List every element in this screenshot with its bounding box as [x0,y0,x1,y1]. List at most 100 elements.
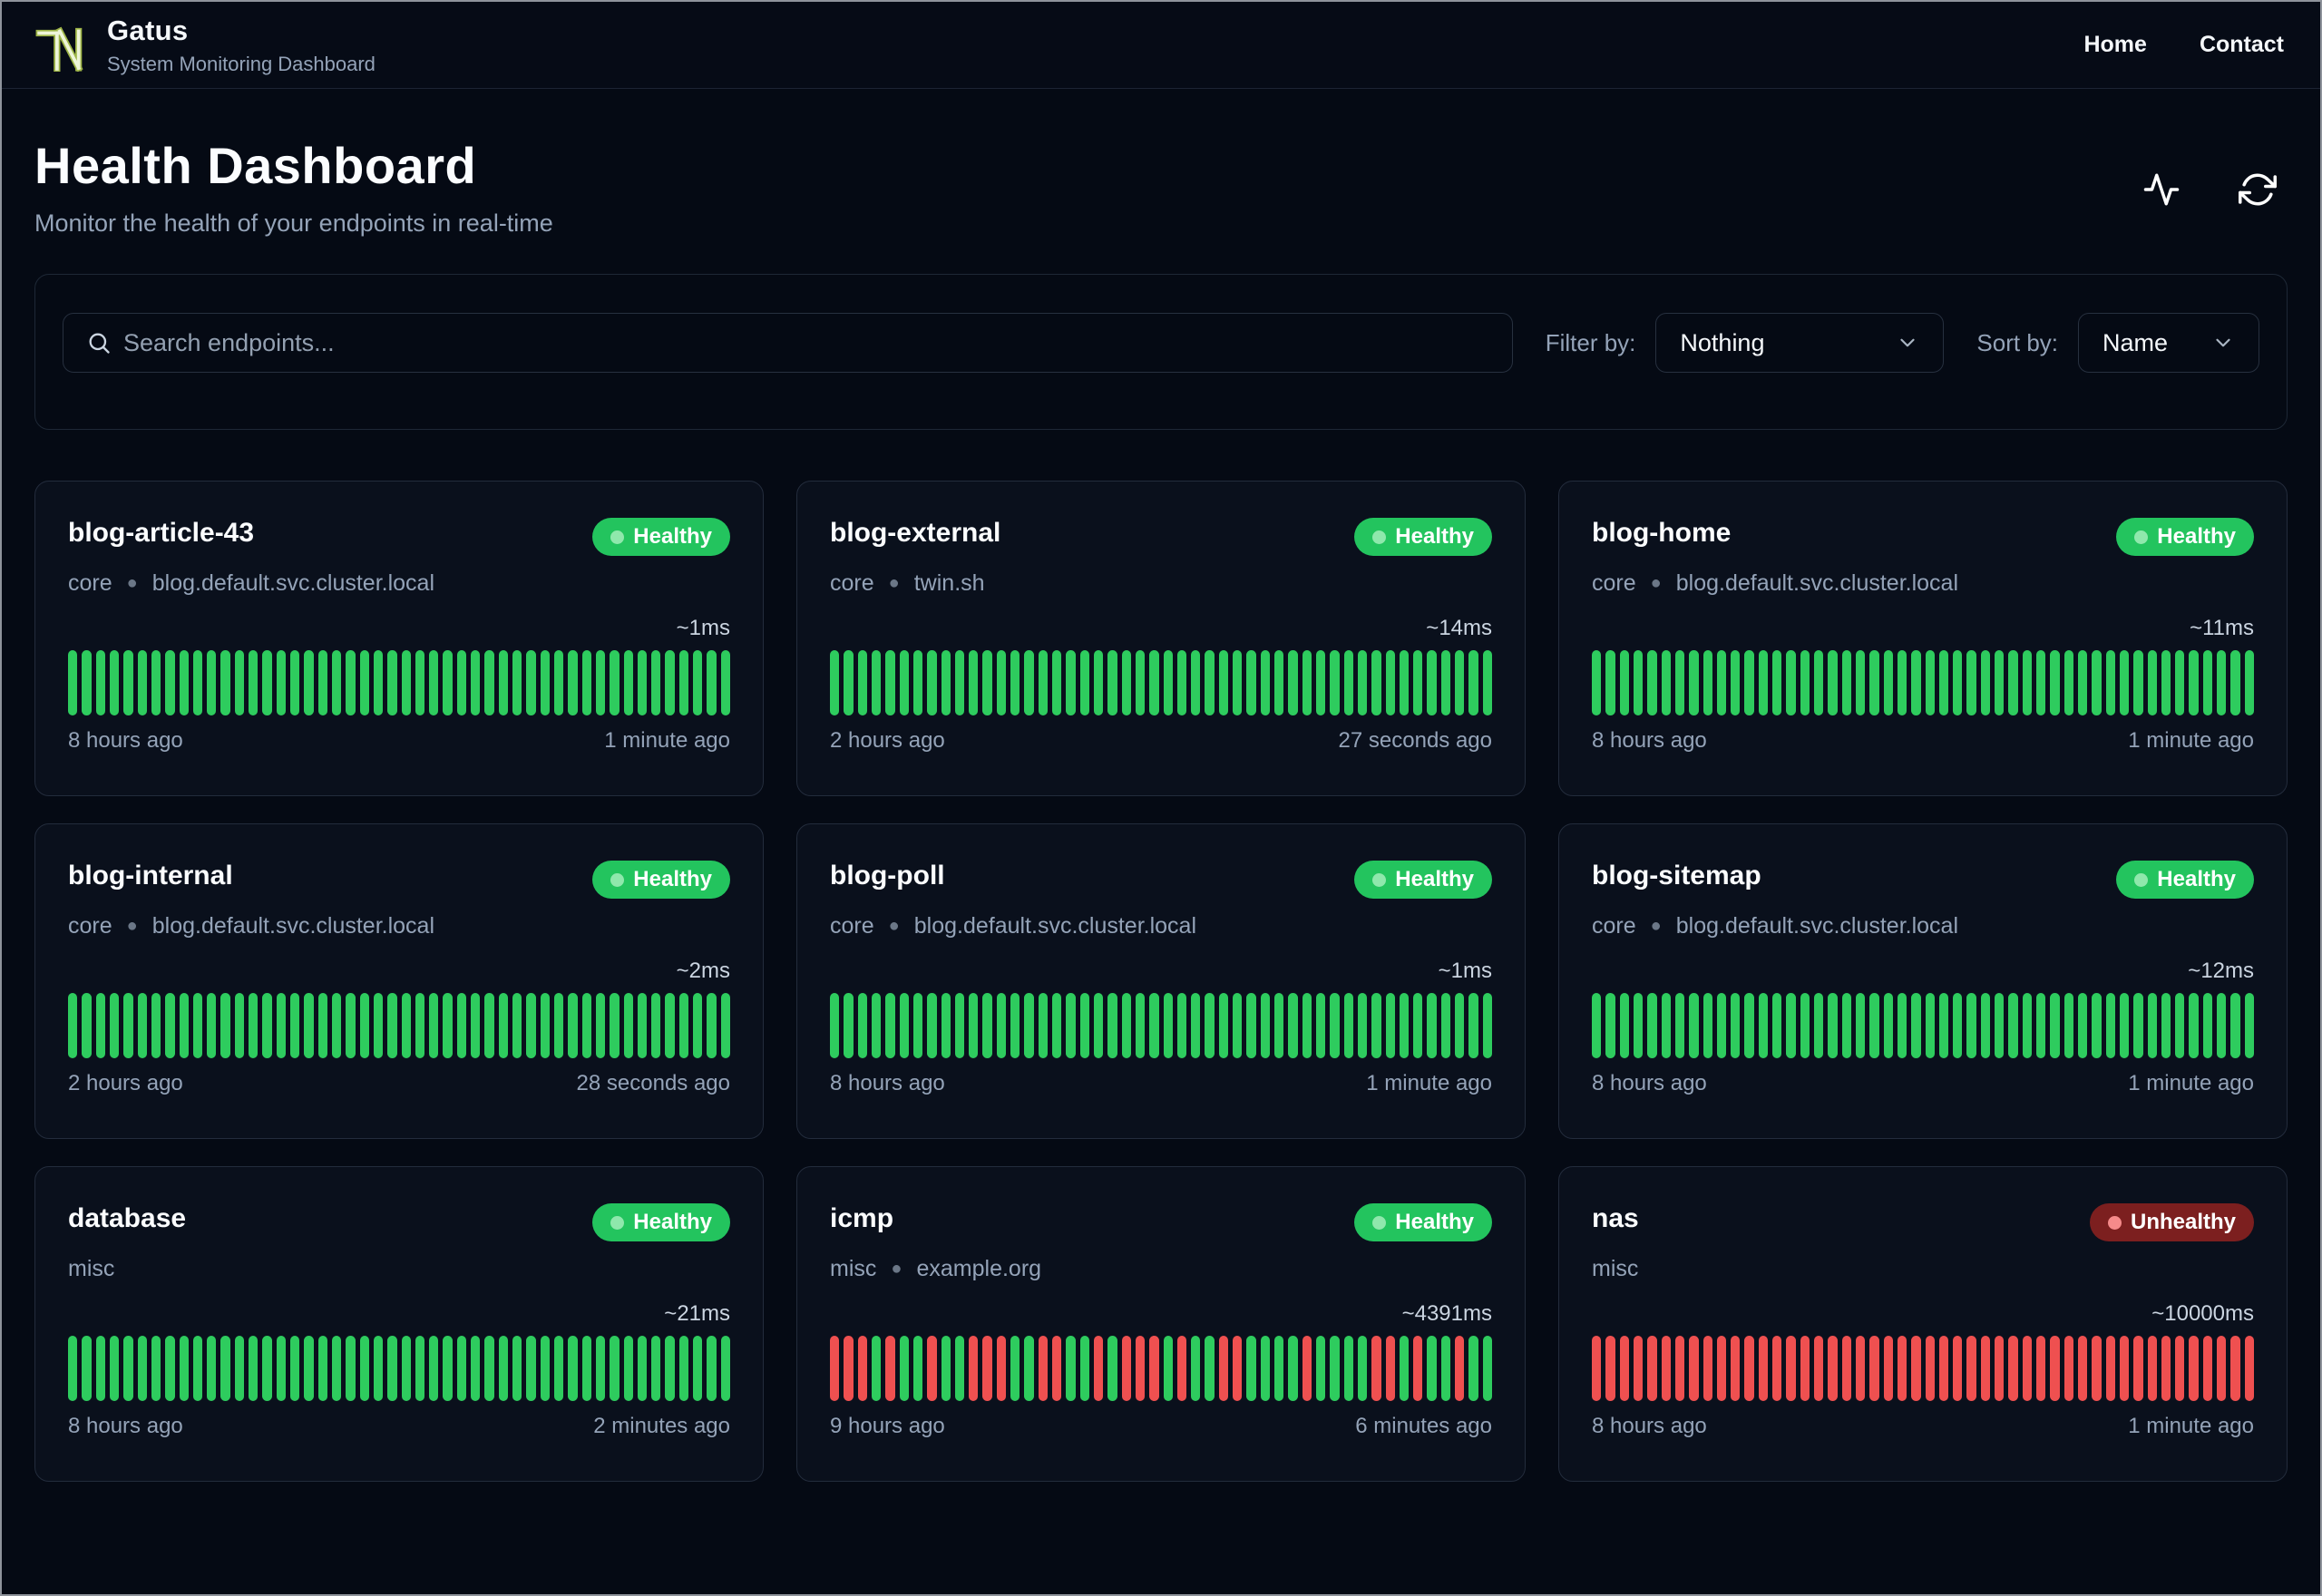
uptime-bar[interactable] [941,1336,951,1401]
uptime-bar[interactable] [1386,1336,1395,1401]
uptime-bar[interactable] [151,993,161,1058]
uptime-bar[interactable] [1066,993,1075,1058]
uptime-bar[interactable] [941,993,951,1058]
uptime-bar[interactable] [1191,1336,1200,1401]
uptime-bar[interactable] [1828,1336,1837,1401]
uptime-bar[interactable] [568,650,577,715]
uptime-bar[interactable] [638,650,647,715]
uptime-bar[interactable] [1233,993,1242,1058]
search-input[interactable] [63,313,1513,373]
uptime-bar[interactable] [679,1336,688,1401]
uptime-bar[interactable] [610,993,619,1058]
uptime-bar[interactable] [651,650,660,715]
uptime-bar[interactable] [1149,993,1158,1058]
endpoint-card[interactable]: blog-article-43 Healthy core ● blog.defa… [34,481,764,796]
uptime-bar[interactable] [2161,993,2171,1058]
uptime-bar[interactable] [1772,650,1781,715]
uptime-bar[interactable] [1995,650,2004,715]
uptime-bar[interactable] [1358,650,1367,715]
uptime-bar[interactable] [277,650,286,715]
uptime-bar[interactable] [1330,1336,1339,1401]
uptime-bar[interactable] [830,1336,839,1401]
uptime-bar[interactable] [1010,650,1020,715]
uptime-bar[interactable] [2008,650,2017,715]
uptime-bar[interactable] [1981,993,1990,1058]
uptime-bar[interactable] [96,650,105,715]
uptime-bar[interactable] [512,650,522,715]
uptime-bar[interactable] [624,993,633,1058]
uptime-bar[interactable] [318,650,327,715]
uptime-bar[interactable] [1966,1336,1976,1401]
uptime-bar[interactable] [82,650,91,715]
uptime-bar[interactable] [249,993,258,1058]
uptime-bar[interactable] [526,650,535,715]
uptime-bar[interactable] [1884,1336,1893,1401]
uptime-bar[interactable] [1634,1336,1643,1401]
uptime-bar[interactable] [96,1336,105,1401]
uptime-bar[interactable] [1371,993,1381,1058]
uptime-bar[interactable] [526,993,535,1058]
uptime-bar[interactable] [429,993,438,1058]
uptime-bar[interactable] [2064,1336,2073,1401]
uptime-bar[interactable] [332,650,341,715]
uptime-bar[interactable] [512,993,522,1058]
uptime-bar[interactable] [1274,650,1283,715]
uptime-bar[interactable] [1842,1336,1851,1401]
uptime-bar[interactable] [1953,1336,1962,1401]
uptime-bar[interactable] [180,1336,189,1401]
uptime-bar[interactable] [1926,650,1935,715]
uptime-bar[interactable] [415,1336,424,1401]
uptime-bar[interactable] [1386,993,1395,1058]
uptime-bar[interactable] [1814,993,1823,1058]
uptime-bar[interactable] [1371,1336,1381,1401]
uptime-bar[interactable] [1786,1336,1795,1401]
uptime-bar[interactable] [2092,650,2101,715]
uptime-bar[interactable] [554,993,563,1058]
uptime-bar[interactable] [415,650,424,715]
uptime-bar[interactable] [665,650,674,715]
uptime-bar[interactable] [2133,993,2142,1058]
uptime-bar[interactable] [955,650,964,715]
uptime-bar[interactable] [1010,993,1020,1058]
uptime-bar[interactable] [1744,650,1753,715]
uptime-bar[interactable] [499,650,508,715]
uptime-bar[interactable] [1620,650,1629,715]
uptime-bar[interactable] [982,993,991,1058]
uptime-bar[interactable] [885,650,894,715]
uptime-bar[interactable] [1080,993,1089,1058]
uptime-bar[interactable] [1759,650,1768,715]
uptime-bar[interactable] [1926,993,1935,1058]
uptime-bar[interactable] [165,1336,174,1401]
uptime-bar[interactable] [1772,1336,1781,1401]
uptime-bar[interactable] [1122,1336,1131,1401]
uptime-bar[interactable] [982,1336,991,1401]
uptime-bar[interactable] [1107,1336,1117,1401]
uptime-bar[interactable] [1261,650,1270,715]
uptime-bar[interactable] [1662,1336,1671,1401]
uptime-bar[interactable] [1344,993,1353,1058]
uptime-bar[interactable] [1316,993,1325,1058]
uptime-bar[interactable] [1371,650,1381,715]
uptime-bar[interactable] [1703,650,1712,715]
uptime-bar[interactable] [484,993,493,1058]
uptime-bar[interactable] [1136,1336,1145,1401]
uptime-bar[interactable] [2148,993,2157,1058]
uptime-bar[interactable] [651,993,660,1058]
uptime-bar[interactable] [110,1336,119,1401]
uptime-bar[interactable] [2175,650,2184,715]
uptime-bar[interactable] [969,1336,978,1401]
uptime-bar[interactable] [858,1336,867,1401]
uptime-bar[interactable] [2175,1336,2184,1401]
uptime-bar[interactable] [1468,1336,1478,1401]
uptime-bar[interactable] [1094,1336,1103,1401]
uptime-bar[interactable] [235,1336,244,1401]
uptime-bar[interactable] [360,1336,369,1401]
uptime-bar[interactable] [277,1336,286,1401]
uptime-bar[interactable] [1689,1336,1698,1401]
uptime-bar[interactable] [1246,1336,1255,1401]
uptime-bar[interactable] [1122,993,1131,1058]
nav-contact-link[interactable]: Contact [2200,32,2284,58]
uptime-bar[interactable] [1094,650,1103,715]
uptime-bar[interactable] [554,650,563,715]
uptime-bar[interactable] [1177,650,1186,715]
